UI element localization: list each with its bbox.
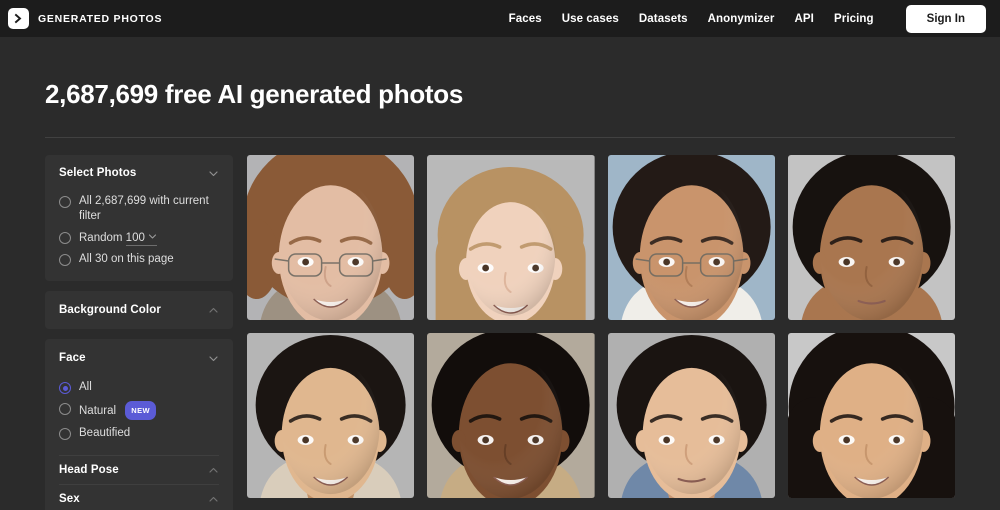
radio-indicator[interactable] — [59, 403, 71, 415]
photo-tile[interactable] — [607, 155, 775, 320]
chevron-up-icon[interactable] — [208, 465, 219, 476]
chevron-down-icon[interactable] — [208, 353, 219, 364]
chevron-up-icon[interactable] — [208, 305, 219, 316]
radio-label-all-with-filter: All 2,687,699 with current filter — [79, 195, 209, 222]
radio-indicator[interactable] — [59, 428, 71, 440]
page-body: 2,687,699 free AI generated photos Selec… — [0, 37, 1000, 510]
new-badge: NEW — [125, 401, 156, 420]
radio-option-face-all[interactable]: All — [59, 377, 219, 398]
radio-option-face-beautified[interactable]: Beautified — [59, 423, 219, 444]
panel-background-color: Background Color — [45, 291, 233, 329]
radio-label-all-on-page: All 30 on this page — [79, 253, 174, 265]
chevron-down-icon[interactable] — [208, 168, 219, 179]
page-title: 2,687,699 free AI generated photos — [45, 79, 464, 109]
photo-tile[interactable] — [787, 333, 955, 498]
radio-option-all-on-page[interactable]: All 30 on this page — [59, 249, 219, 270]
title-divider — [45, 137, 955, 138]
panel-face: Face All Natural NEW Beautified Head Pos… — [45, 339, 233, 510]
panel-title-face: Face — [59, 352, 86, 364]
random-count-value: 100 — [125, 232, 145, 244]
photo-tile[interactable] — [427, 333, 595, 498]
photo-tile[interactable] — [607, 333, 775, 498]
nav-link-anonymizer[interactable]: Anonymizer — [708, 13, 775, 25]
nav-link-pricing[interactable]: Pricing — [834, 13, 874, 25]
panel-select-photos: Select Photos All 2,687,699 with current… — [45, 155, 233, 281]
radio-label-random-text: Random — [79, 232, 123, 244]
nav-link-api[interactable]: API — [794, 13, 813, 25]
panel-title-select-photos: Select Photos — [59, 167, 137, 179]
brand-logo[interactable]: GENERATED PHOTOS — [8, 8, 162, 29]
nav-link-faces[interactable]: Faces — [509, 13, 542, 25]
content-area: Select Photos All 2,687,699 with current… — [45, 155, 955, 510]
main-nav: Faces Use cases Datasets Anonymizer API … — [509, 4, 986, 33]
chevron-down-icon[interactable] — [148, 230, 157, 245]
photo-tile[interactable] — [247, 155, 415, 320]
radio-label-random: Random 100 — [79, 230, 157, 246]
panel-header-head-pose[interactable]: Head Pose — [59, 455, 219, 484]
radio-label-face-beautified: Beautified — [79, 427, 131, 439]
select-photos-options: All 2,687,699 with current filter Random… — [59, 191, 219, 281]
radio-label-face-all: All — [79, 381, 92, 393]
photo-tile[interactable] — [247, 333, 415, 498]
sign-in-button[interactable]: Sign In — [905, 4, 986, 33]
panel-header-sex[interactable]: Sex — [59, 484, 219, 510]
radio-indicator[interactable] — [59, 232, 71, 244]
nav-link-datasets[interactable]: Datasets — [639, 13, 688, 25]
photo-tile[interactable] — [787, 155, 955, 320]
top-navigation-bar: GENERATED PHOTOS Faces Use cases Dataset… — [0, 0, 1000, 37]
radio-option-random[interactable]: Random 100 — [59, 227, 219, 249]
photo-tile[interactable] — [427, 155, 595, 320]
chevron-right-logo-icon — [8, 8, 29, 29]
radio-indicator[interactable] — [59, 254, 71, 266]
panel-header-select-photos[interactable]: Select Photos — [59, 155, 219, 191]
radio-label-face-natural: Natural NEW — [79, 401, 156, 420]
radio-label-face-natural-text: Natural — [79, 405, 117, 417]
radio-option-all-with-filter[interactable]: All 2,687,699 with current filter — [59, 191, 219, 227]
nav-link-use-cases[interactable]: Use cases — [562, 13, 619, 25]
radio-indicator[interactable] — [59, 196, 71, 208]
filter-sidebar: Select Photos All 2,687,699 with current… — [45, 155, 233, 510]
panel-title-sex: Sex — [59, 493, 80, 505]
panel-title-head-pose: Head Pose — [59, 464, 119, 476]
chevron-up-icon[interactable] — [208, 494, 219, 505]
radio-option-face-natural[interactable]: Natural NEW — [59, 398, 219, 423]
photo-grid — [247, 155, 955, 510]
brand-name: GENERATED PHOTOS — [38, 12, 163, 25]
panel-title-background-color: Background Color — [59, 304, 161, 316]
panel-header-background-color[interactable]: Background Color — [59, 291, 219, 329]
photo-grid-wrapper — [247, 155, 955, 510]
random-count-dropdown[interactable]: 100 — [125, 230, 157, 246]
face-options: All Natural NEW Beautified — [59, 377, 219, 455]
radio-indicator-selected[interactable] — [59, 382, 71, 394]
panel-header-face[interactable]: Face — [59, 339, 219, 377]
